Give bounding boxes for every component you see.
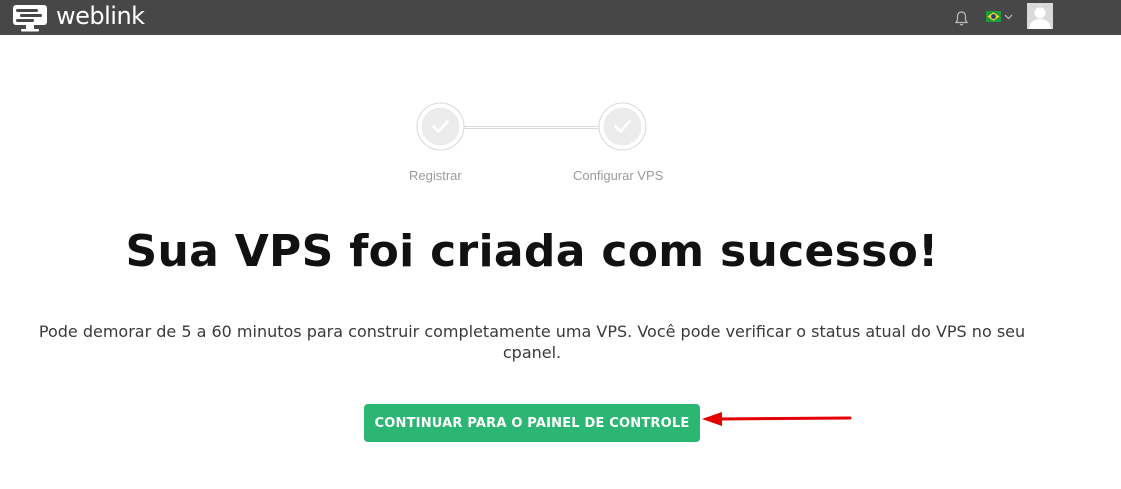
success-description: Pode demorar de 5 a 60 minutos para cons… (38, 322, 1026, 362)
weblink-logo[interactable]: weblink (12, 2, 145, 33)
chevron-down-icon (1004, 14, 1013, 19)
top-navigation-bar: weblink (0, 0, 1121, 35)
step-label-configurar-vps: Configurar VPS (573, 168, 664, 183)
step-2-check-icon (598, 102, 647, 151)
step-label-registrar: Registrar (409, 168, 462, 183)
progress-connector-line (464, 126, 601, 129)
continue-to-control-panel-button[interactable]: CONTINUAR PARA O PAINEL DE CONTROLE (364, 404, 700, 442)
red-arrow-annotation-icon (702, 412, 852, 426)
user-avatar-icon[interactable] (1027, 3, 1053, 29)
step-1-check-icon (416, 102, 465, 151)
brazil-flag-icon (986, 11, 1001, 22)
brand-name: weblink (56, 1, 145, 30)
notification-bell-icon[interactable] (953, 10, 970, 27)
weblink-logo-icon (13, 5, 47, 32)
language-selector[interactable] (986, 11, 1013, 22)
success-title: Sua VPS foi criada com sucesso! (125, 226, 939, 277)
